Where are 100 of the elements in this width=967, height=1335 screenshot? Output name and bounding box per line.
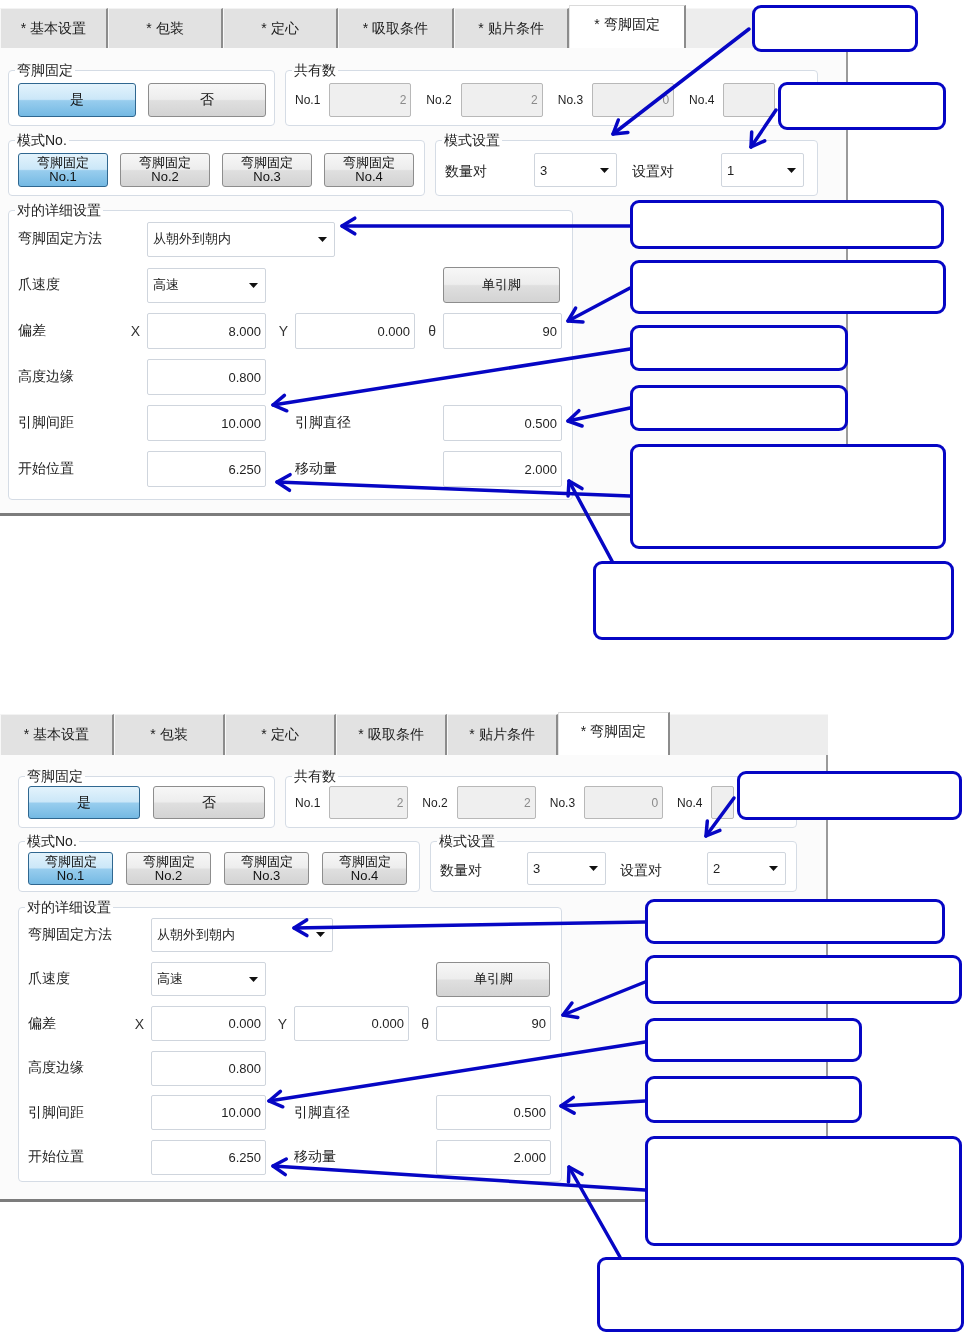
- pattern-button[interactable]: 弯脚固定 No.4: [322, 852, 407, 885]
- dropdown[interactable]: 1: [721, 153, 804, 187]
- tab[interactable]: * 弯脚固定: [569, 5, 686, 48]
- number-field[interactable]: 90: [443, 313, 562, 349]
- dropdown[interactable]: 3: [527, 852, 606, 885]
- number-field[interactable]: 90: [436, 1006, 551, 1042]
- number-field[interactable]: 8.000: [147, 313, 266, 349]
- group-title: 模式设置: [438, 833, 496, 849]
- group-title: 弯脚固定: [26, 768, 84, 784]
- toggle-button[interactable]: 是: [18, 83, 136, 117]
- group-title: 模式设置: [443, 132, 501, 148]
- field-label: No.2: [426, 93, 452, 107]
- caret-down-icon: [249, 976, 258, 982]
- pattern-button[interactable]: 弯脚固定 No.1: [28, 852, 113, 885]
- dropdown[interactable]: 从朝外到朝内: [151, 917, 333, 952]
- number-field[interactable]: 0.800: [151, 1050, 266, 1086]
- group-title: 对的详细设置: [16, 202, 102, 218]
- tab[interactable]: * 定心: [225, 714, 336, 755]
- field-label: 引脚直径: [295, 414, 351, 432]
- field-label: 开始位置: [28, 1148, 84, 1167]
- pattern-button[interactable]: 弯脚固定 No.3: [222, 153, 312, 187]
- field-label: 设置对: [620, 860, 663, 880]
- field-label: 弯脚固定方法: [28, 925, 112, 944]
- caret-down-icon: [787, 167, 796, 173]
- field-label: No.4: [677, 795, 703, 810]
- field-label: 爪速度: [28, 970, 70, 989]
- field-label: 高度边缘: [18, 368, 74, 386]
- arrow: [704, 796, 736, 838]
- field-label: 数量对: [440, 860, 483, 880]
- tab[interactable]: * 弯脚固定: [558, 712, 670, 755]
- number-field[interactable]: 0.000: [295, 313, 415, 349]
- field-label: No.3: [549, 795, 576, 810]
- arrow: [566, 286, 632, 324]
- dropdown[interactable]: 3: [534, 153, 617, 187]
- field-label: No.4: [689, 93, 715, 107]
- caret-down-icon: [249, 282, 258, 288]
- action-button[interactable]: 单引脚: [443, 267, 560, 303]
- field-label: 数量对: [445, 162, 488, 181]
- number-field[interactable]: 2.000: [436, 1139, 551, 1175]
- caret-down-icon: [600, 167, 609, 173]
- field-label: No.1: [295, 795, 321, 810]
- field-label: 高度边缘: [28, 1059, 84, 1078]
- axis-label: Y: [278, 323, 288, 339]
- toggle-button[interactable]: 否: [153, 786, 265, 819]
- number-field[interactable]: 0.000: [151, 1006, 266, 1042]
- field-label: 移动量: [294, 1148, 336, 1167]
- tab[interactable]: * 基本设置: [0, 8, 108, 48]
- tab[interactable]: * 包装: [108, 8, 223, 48]
- number-field[interactable]: 10.000: [151, 1095, 266, 1131]
- caret-down-icon: [316, 932, 325, 937]
- group-title: 模式No.: [16, 132, 68, 148]
- dropdown[interactable]: 从朝外到朝内: [147, 221, 335, 257]
- field-label: No.1: [295, 93, 321, 107]
- field-label: 引脚间距: [18, 414, 74, 432]
- number-field[interactable]: 2.000: [443, 451, 562, 487]
- pattern-button[interactable]: 弯脚固定 No.4: [324, 153, 414, 187]
- field-label: 移动量: [295, 460, 337, 478]
- number-field[interactable]: 0.500: [443, 405, 562, 441]
- field-label: No.2: [422, 795, 448, 810]
- tab[interactable]: * 基本设置: [0, 714, 114, 755]
- action-button[interactable]: 单引脚: [436, 961, 550, 997]
- group-title: 弯脚固定: [16, 62, 74, 78]
- caret-down-icon: [318, 236, 327, 242]
- group-title: 共有数: [293, 62, 337, 78]
- field-label: 偏差: [18, 322, 46, 340]
- group-title: 共有数: [293, 768, 337, 784]
- field-label: No.3: [557, 93, 584, 107]
- axis-label: θ: [428, 323, 436, 339]
- axis-label: X: [134, 1015, 144, 1032]
- toggle-button[interactable]: 否: [148, 83, 266, 117]
- field-label: 偏差: [28, 1014, 56, 1033]
- caret-down-icon: [769, 866, 778, 871]
- field-label: 弯脚固定方法: [18, 230, 102, 248]
- field-label: 设置对: [632, 162, 675, 181]
- pattern-button[interactable]: 弯脚固定 No.1: [18, 153, 108, 187]
- number-field[interactable]: 0.800: [147, 359, 266, 395]
- tab[interactable]: * 包装: [114, 714, 225, 755]
- number-field[interactable]: 0.000: [294, 1006, 409, 1042]
- field-label: 引脚直径: [294, 1103, 350, 1122]
- caret-down-icon: [589, 866, 598, 871]
- axis-label: X: [130, 323, 140, 339]
- axis-label: Y: [277, 1015, 287, 1032]
- dropdown[interactable]: 高速: [147, 267, 266, 303]
- toggle-button[interactable]: 是: [28, 786, 140, 819]
- number-field[interactable]: 10.000: [147, 405, 266, 441]
- dropdown[interactable]: 2: [707, 852, 786, 885]
- number-field[interactable]: 0.500: [436, 1095, 551, 1131]
- tab[interactable]: * 吸取条件: [338, 8, 454, 48]
- number-field[interactable]: 6.250: [151, 1139, 266, 1175]
- pattern-button[interactable]: 弯脚固定 No.3: [224, 852, 309, 885]
- pattern-button[interactable]: 弯脚固定 No.2: [120, 153, 210, 187]
- tab[interactable]: * 定心: [223, 8, 338, 48]
- pattern-button[interactable]: 弯脚固定 No.2: [126, 852, 211, 885]
- number-field[interactable]: 6.250: [147, 451, 266, 487]
- dropdown[interactable]: 高速: [151, 962, 266, 997]
- group-title: 模式No.: [26, 833, 78, 849]
- axis-label: θ: [421, 1015, 429, 1032]
- tab[interactable]: * 贴片条件: [454, 8, 569, 48]
- tab[interactable]: * 吸取条件: [336, 714, 447, 755]
- tab[interactable]: * 贴片条件: [447, 714, 558, 755]
